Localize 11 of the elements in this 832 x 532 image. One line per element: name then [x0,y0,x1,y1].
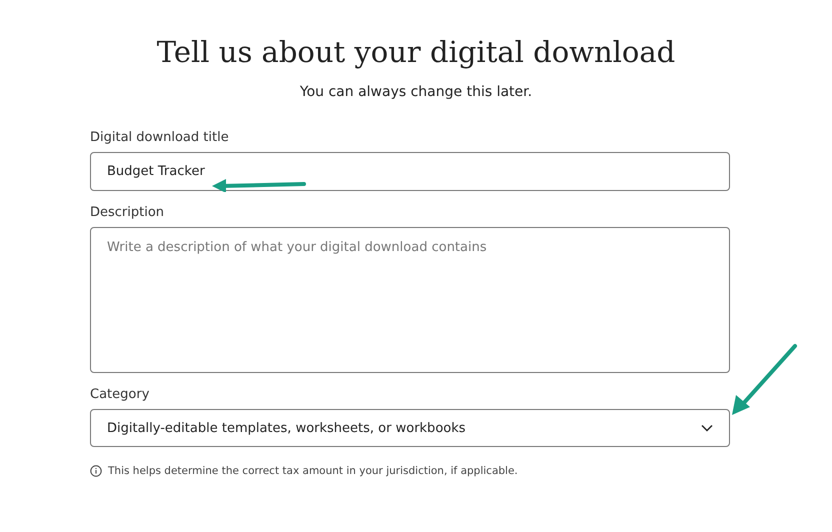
chevron-down-icon [701,424,713,432]
hint-text: This helps determine the correct tax amount in your jurisdiction, if applicable. [108,465,518,477]
field-label: Digital download title [90,130,230,145]
page-heading: Tell us about your digital download [156,34,676,71]
title-input[interactable]: Budget Tracker [90,152,730,191]
page-subheading: You can always change this later. [298,84,534,100]
description-textarea[interactable]: Write a description of what your digital download contains [90,227,730,373]
info-icon [90,465,102,477]
field-label: Description [90,205,166,220]
field-label: Category [90,387,150,402]
category-select[interactable]: Digitally-editable templates, worksheets, or workbooks [90,409,730,447]
